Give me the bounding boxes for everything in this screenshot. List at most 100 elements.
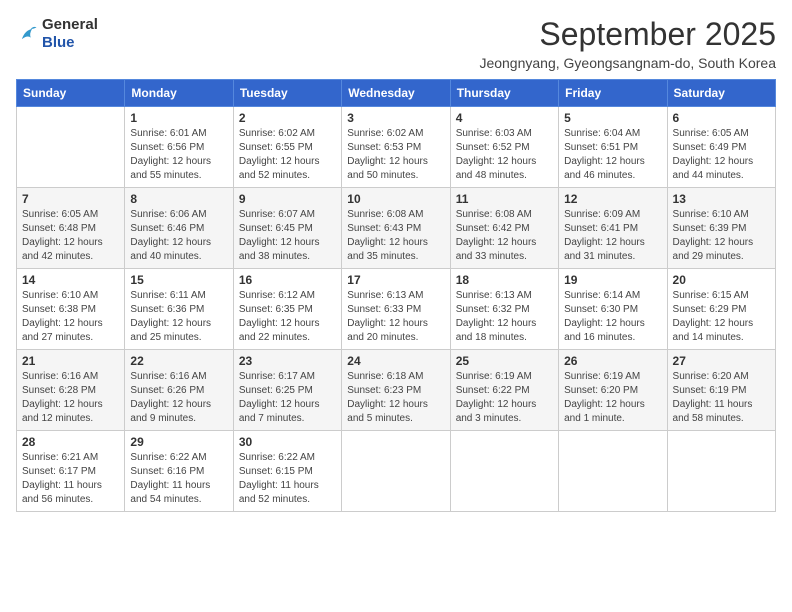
calendar-cell: 6 Sunrise: 6:05 AM Sunset: 6:49 PM Daylig…	[667, 107, 775, 188]
calendar-cell: 3 Sunrise: 6:02 AM Sunset: 6:53 PM Daylig…	[342, 107, 450, 188]
weekday-header-sunday: Sunday	[17, 80, 125, 107]
day-number: 10	[347, 192, 444, 206]
day-number: 27	[673, 354, 770, 368]
day-number: 16	[239, 273, 336, 287]
day-info: Sunrise: 6:01 AM Sunset: 6:56 PM Dayligh…	[130, 127, 227, 183]
day-number: 18	[456, 273, 553, 287]
day-number: 30	[239, 435, 336, 449]
calendar-cell: 28 Sunrise: 6:21 AM Sunset: 6:17 PM Dayli…	[17, 431, 125, 512]
title-area: September 2025 Jeongnyang, Gyeongsangnam…	[479, 16, 776, 71]
calendar-cell: 14Sunrise: 6:10 AM Sunset: 6:38 PM Dayli…	[17, 269, 125, 350]
day-info: Sunrise: 6:08 AM Sunset: 6:43 PM Dayligh…	[347, 208, 444, 264]
day-info: Sunrise: 6:19 AM Sunset: 6:22 PM Dayligh…	[456, 370, 553, 426]
calendar-cell	[559, 431, 667, 512]
calendar-table: SundayMondayTuesdayWednesdayThursdayFrid…	[16, 79, 776, 512]
logo-blue: Blue	[42, 34, 75, 51]
calendar-cell: 16Sunrise: 6:12 AM Sunset: 6:35 PM Dayli…	[233, 269, 341, 350]
day-number: 6	[673, 111, 770, 125]
day-info: Sunrise: 6:08 AM Sunset: 6:42 PM Dayligh…	[456, 208, 553, 264]
day-number: 17	[347, 273, 444, 287]
month-title: September 2025	[479, 16, 776, 53]
weekday-header-row: SundayMondayTuesdayWednesdayThursdayFrid…	[17, 80, 776, 107]
day-number: 29	[130, 435, 227, 449]
day-number: 25	[456, 354, 553, 368]
calendar-cell: 24Sunrise: 6:18 AM Sunset: 6:23 PM Dayli…	[342, 350, 450, 431]
weekday-header-wednesday: Wednesday	[342, 80, 450, 107]
day-number: 5	[564, 111, 661, 125]
header: General Blue September 2025 Jeongnyang, …	[16, 16, 776, 71]
week-row-5: 28 Sunrise: 6:21 AM Sunset: 6:17 PM Dayli…	[17, 431, 776, 512]
calendar-cell	[667, 431, 775, 512]
day-number: 21	[22, 354, 119, 368]
day-number: 1	[130, 111, 227, 125]
day-info: Sunrise: 6:22 AM Sunset: 6:15 PM Dayligh…	[239, 451, 336, 507]
day-number: 12	[564, 192, 661, 206]
calendar-cell: 21 Sunrise: 6:16 AM Sunset: 6:28 PM Dayli…	[17, 350, 125, 431]
day-number: 13	[673, 192, 770, 206]
day-info: Sunrise: 6:02 AM Sunset: 6:53 PM Dayligh…	[347, 127, 444, 183]
day-info: Sunrise: 6:13 AM Sunset: 6:33 PM Dayligh…	[347, 289, 444, 345]
week-row-1: 1 Sunrise: 6:01 AM Sunset: 6:56 PM Daylig…	[17, 107, 776, 188]
logo-bird-icon	[16, 23, 38, 45]
weekday-header-saturday: Saturday	[667, 80, 775, 107]
day-number: 19	[564, 273, 661, 287]
calendar-cell: 30 Sunrise: 6:22 AM Sunset: 6:15 PM Dayli…	[233, 431, 341, 512]
calendar-cell: 12 Sunrise: 6:09 AM Sunset: 6:41 PM Dayli…	[559, 188, 667, 269]
calendar-cell: 27 Sunrise: 6:20 AM Sunset: 6:19 PM Dayli…	[667, 350, 775, 431]
day-info: Sunrise: 6:13 AM Sunset: 6:32 PM Dayligh…	[456, 289, 553, 345]
calendar-cell: 2Sunrise: 6:02 AM Sunset: 6:55 PM Daylig…	[233, 107, 341, 188]
day-number: 4	[456, 111, 553, 125]
day-info: Sunrise: 6:20 AM Sunset: 6:19 PM Dayligh…	[673, 370, 770, 426]
calendar-cell: 4 Sunrise: 6:03 AM Sunset: 6:52 PM Daylig…	[450, 107, 558, 188]
day-info: Sunrise: 6:15 AM Sunset: 6:29 PM Dayligh…	[673, 289, 770, 345]
day-info: Sunrise: 6:10 AM Sunset: 6:39 PM Dayligh…	[673, 208, 770, 264]
day-info: Sunrise: 6:21 AM Sunset: 6:17 PM Dayligh…	[22, 451, 119, 507]
calendar-cell	[17, 107, 125, 188]
weekday-header-tuesday: Tuesday	[233, 80, 341, 107]
day-info: Sunrise: 6:22 AM Sunset: 6:16 PM Dayligh…	[130, 451, 227, 507]
weekday-header-thursday: Thursday	[450, 80, 558, 107]
calendar-cell: 18 Sunrise: 6:13 AM Sunset: 6:32 PM Dayli…	[450, 269, 558, 350]
logo-text: General Blue	[42, 16, 98, 52]
weekday-header-monday: Monday	[125, 80, 233, 107]
week-row-2: 7Sunrise: 6:05 AM Sunset: 6:48 PM Daylig…	[17, 188, 776, 269]
calendar-cell: 19Sunrise: 6:14 AM Sunset: 6:30 PM Dayli…	[559, 269, 667, 350]
day-number: 9	[239, 192, 336, 206]
day-info: Sunrise: 6:11 AM Sunset: 6:36 PM Dayligh…	[130, 289, 227, 345]
day-info: Sunrise: 6:03 AM Sunset: 6:52 PM Dayligh…	[456, 127, 553, 183]
day-number: 2	[239, 111, 336, 125]
week-row-4: 21 Sunrise: 6:16 AM Sunset: 6:28 PM Dayli…	[17, 350, 776, 431]
calendar-cell: 9Sunrise: 6:07 AM Sunset: 6:45 PM Daylig…	[233, 188, 341, 269]
calendar-cell: 29 Sunrise: 6:22 AM Sunset: 6:16 PM Dayli…	[125, 431, 233, 512]
day-info: Sunrise: 6:19 AM Sunset: 6:20 PM Dayligh…	[564, 370, 661, 426]
week-row-3: 14Sunrise: 6:10 AM Sunset: 6:38 PM Dayli…	[17, 269, 776, 350]
day-info: Sunrise: 6:09 AM Sunset: 6:41 PM Dayligh…	[564, 208, 661, 264]
day-number: 3	[347, 111, 444, 125]
weekday-header-friday: Friday	[559, 80, 667, 107]
logo-general: General	[42, 16, 98, 33]
calendar-cell: 26 Sunrise: 6:19 AM Sunset: 6:20 PM Dayli…	[559, 350, 667, 431]
day-info: Sunrise: 6:16 AM Sunset: 6:28 PM Dayligh…	[22, 370, 119, 426]
day-info: Sunrise: 6:05 AM Sunset: 6:49 PM Dayligh…	[673, 127, 770, 183]
calendar-cell: 20Sunrise: 6:15 AM Sunset: 6:29 PM Dayli…	[667, 269, 775, 350]
calendar-cell	[342, 431, 450, 512]
subtitle: Jeongnyang, Gyeongsangnam-do, South Kore…	[479, 55, 776, 71]
day-info: Sunrise: 6:04 AM Sunset: 6:51 PM Dayligh…	[564, 127, 661, 183]
day-info: Sunrise: 6:17 AM Sunset: 6:25 PM Dayligh…	[239, 370, 336, 426]
calendar-cell: 10 Sunrise: 6:08 AM Sunset: 6:43 PM Dayli…	[342, 188, 450, 269]
logo: General Blue	[16, 16, 98, 52]
day-number: 26	[564, 354, 661, 368]
day-number: 28	[22, 435, 119, 449]
day-number: 15	[130, 273, 227, 287]
calendar-cell	[450, 431, 558, 512]
calendar-cell: 15 Sunrise: 6:11 AM Sunset: 6:36 PM Dayli…	[125, 269, 233, 350]
day-number: 8	[130, 192, 227, 206]
day-number: 11	[456, 192, 553, 206]
day-info: Sunrise: 6:16 AM Sunset: 6:26 PM Dayligh…	[130, 370, 227, 426]
calendar-cell: 13 Sunrise: 6:10 AM Sunset: 6:39 PM Dayli…	[667, 188, 775, 269]
day-info: Sunrise: 6:10 AM Sunset: 6:38 PM Dayligh…	[22, 289, 119, 345]
calendar-cell: 22 Sunrise: 6:16 AM Sunset: 6:26 PM Dayli…	[125, 350, 233, 431]
day-number: 22	[130, 354, 227, 368]
calendar-cell: 5 Sunrise: 6:04 AM Sunset: 6:51 PM Daylig…	[559, 107, 667, 188]
day-number: 7	[22, 192, 119, 206]
